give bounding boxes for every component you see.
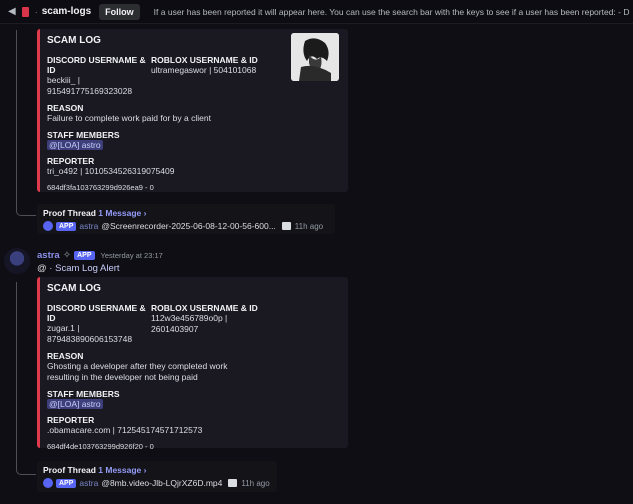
reason-value: Ghosting a developer after they complete… <box>47 361 228 371</box>
roblox-label: ROBLOX USERNAME & ID <box>151 303 258 313</box>
follow-button[interactable]: Follow <box>99 3 140 20</box>
reporter-label: REPORTER <box>47 156 95 166</box>
alert-dot: · <box>49 263 53 274</box>
staff-label: STAFF MEMBERS <box>47 389 120 399</box>
roblox-id: 2601403907 <box>151 324 199 334</box>
proof-thread-card[interactable]: Proof Thread 1 Message › APP astra @Scre… <box>37 204 335 234</box>
discord-id: 879483890606153748 <box>47 334 133 344</box>
thread-title: Proof Thread <box>43 208 96 218</box>
thread-message-count[interactable]: 1 Message › <box>98 208 146 218</box>
channel-header: ◀ · scam-logs Follow If a user has been … <box>0 0 633 24</box>
reason-label: REASON <box>47 351 84 361</box>
image-icon <box>228 479 238 487</box>
discord-value: beckiii_ | <box>47 75 80 85</box>
thread-author-avatar <box>43 478 53 488</box>
discord-id: 915491775169323028 <box>47 86 133 96</box>
reason-value: Failure to complete work paid for by a c… <box>47 113 211 123</box>
channel-name[interactable]: scam-logs <box>42 6 91 17</box>
discord-value: zugar.1 | <box>47 323 80 333</box>
thumbnail-image[interactable] <box>291 33 339 81</box>
flag-icon <box>21 6 29 17</box>
message-timestamp: Yesterday at 23:17 <box>100 251 163 260</box>
thread-spine <box>16 30 36 216</box>
embed-title: SCAM LOG <box>47 283 101 294</box>
separator-dot: · <box>34 6 38 17</box>
thread-author: astra <box>79 221 99 231</box>
alert-line: @ · Scam Log Alert <box>37 263 120 274</box>
thread-title: Proof Thread <box>43 465 96 475</box>
scam-log-embed: SCAM LOG DISCORD USERNAME & ID zugar.1 |… <box>37 277 348 451</box>
message-header: astra ✧ APP Yesterday at 23:17 <box>37 250 163 261</box>
roblox-value: 112w3e456789o0p | <box>151 313 228 323</box>
app-badge: APP <box>56 478 77 488</box>
alert-text[interactable]: Scam Log Alert <box>55 263 119 274</box>
scam-log-embed: SCAM LOG DISCORD USERNAME & ID beckiii_ … <box>37 29 348 192</box>
thread-timestamp: 11h ago <box>294 221 324 231</box>
thread-timestamp: 11h ago <box>241 478 270 488</box>
verified-icon: ✧ <box>62 250 72 261</box>
channel-topic[interactable]: If a user has been reported it will appe… <box>154 7 630 17</box>
thread-title-line: Proof Thread 1 Message › <box>43 208 329 218</box>
app-badge: APP <box>74 251 95 260</box>
app-badge: APP <box>56 221 77 231</box>
roblox-value: ultramegaswor | 504101068 <box>151 65 257 75</box>
announcement-icon: ◀ <box>8 6 16 17</box>
avatar[interactable] <box>4 248 30 274</box>
reporter-label: REPORTER <box>47 415 95 425</box>
proof-thread-card[interactable]: Proof Thread 1 Message › APP astra @8mb.… <box>37 461 277 492</box>
alert-prefix: @ <box>37 263 47 274</box>
author-name[interactable]: astra <box>37 250 60 261</box>
thread-attachment[interactable]: @Screenrecorder-2025-06-08-12-00-56-600.… <box>101 221 275 231</box>
staff-mention[interactable]: @[LOA] astro <box>47 399 103 409</box>
discord-label: DISCORD USERNAME & ID <box>47 303 146 323</box>
thread-attachment[interactable]: @8mb.video-Jlb-LQjrXZ6D.mp4 <box>101 478 222 488</box>
image-icon <box>281 222 291 230</box>
reporter-value: tri_o492 | 1010534526319075409 <box>47 166 175 176</box>
thread-author-avatar <box>43 221 53 231</box>
embed-footer: 684df3fa103763299d926ea9 - 0 <box>47 183 154 192</box>
roblox-label: ROBLOX USERNAME & ID <box>151 55 258 65</box>
staff-label: STAFF MEMBERS <box>47 130 120 140</box>
thread-spine <box>16 282 36 475</box>
thread-author: astra <box>79 478 99 488</box>
staff-mention[interactable]: @[LOA] astro <box>47 140 103 150</box>
reporter-value: .obamacare.com | 712545174571712573 <box>47 425 203 435</box>
reason-label: REASON <box>47 103 84 113</box>
thread-message-count[interactable]: 1 Message › <box>98 465 146 475</box>
thread-title-line: Proof Thread 1 Message › <box>43 465 271 475</box>
discord-label: DISCORD USERNAME & ID <box>47 55 146 75</box>
embed-footer: 684df4de103763299d926f20 - 0 <box>47 442 154 451</box>
reason-value-cont: resulting in the developer not being pai… <box>47 372 198 382</box>
